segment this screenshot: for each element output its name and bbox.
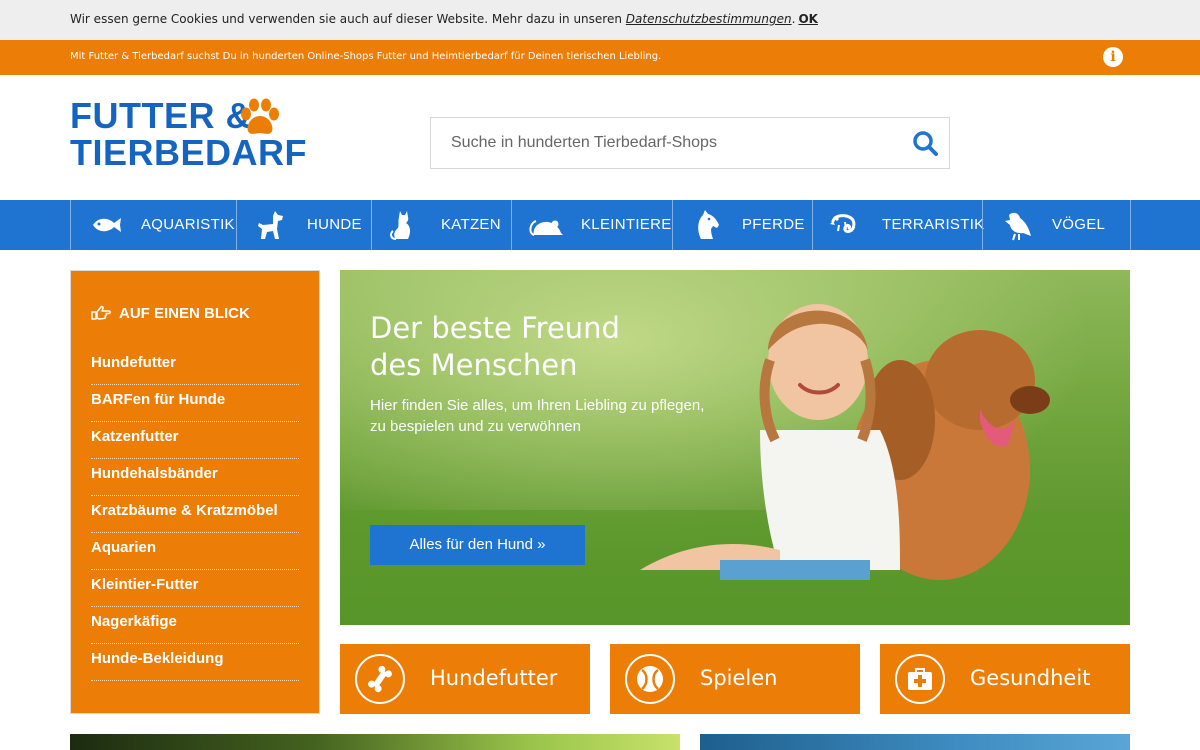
cookie-text: Wir essen gerne Cookies und verwenden si… (70, 12, 626, 26)
nav-label: PFERDE (742, 216, 805, 233)
hero-banner: Der beste Freund des Menschen Hier finde… (340, 270, 1130, 625)
search-input[interactable] (431, 118, 901, 168)
tile-icon-circle (625, 654, 675, 704)
fish-icon (93, 218, 121, 232)
hero-title-line-2: des Menschen (370, 348, 578, 382)
mouse-icon (529, 220, 563, 236)
sidebar-item-label: Hundefutter (91, 354, 176, 371)
sidebar-item-aquarien[interactable]: Aquarien (91, 533, 299, 570)
sidebar-item-label: Kleintier-Futter (91, 576, 199, 593)
sidebar-title-text: AUF EINEN BLICK (119, 305, 250, 322)
sidebar-title: AUF EINEN BLICK (91, 305, 250, 322)
info-bar: Mit Futter & Tierbedarf suchst Du in hun… (0, 40, 1200, 75)
cookie-bar: Wir essen gerne Cookies und verwenden si… (0, 0, 1200, 40)
sidebar-item-nagerkaefige[interactable]: Nagerkäfige (91, 607, 299, 644)
sidebar-item-label: Nagerkäfige (91, 613, 177, 630)
cat-icon (390, 211, 411, 240)
nav-label: KLEINTIERE (581, 216, 672, 233)
promo-image-right[interactable] (700, 734, 1130, 750)
tile-label: Gesundheit (970, 666, 1091, 690)
bone-icon (368, 665, 392, 693)
chameleon-icon (830, 214, 856, 233)
nav-label: KATZEN (441, 216, 501, 233)
nav-item-pferde[interactable]: PFERDE (672, 200, 812, 250)
first-aid-icon (908, 668, 932, 690)
pointing-hand-icon (91, 305, 111, 320)
hero-cta-button[interactable]: Alles für den Hund » (370, 525, 585, 565)
nav-label: VÖGEL (1052, 216, 1106, 233)
tile-label: Hundefutter (430, 666, 558, 690)
sidebar-item-katzenfutter[interactable]: Katzenfutter (91, 422, 299, 459)
cookie-separator: . (791, 12, 796, 26)
nav-item-terraristik[interactable]: TERRARISTIK (812, 200, 985, 250)
sidebar-item-label: Kratzbäume & Kratzmöbel (91, 502, 278, 519)
tile-spielen[interactable]: Spielen (610, 644, 860, 714)
main-navigation: AQUARISTIK HUNDE KATZEN KLEINTIERE PFERD… (0, 200, 1200, 250)
sidebar-list: Hundefutter BARFen für Hunde Katzenfutte… (91, 348, 299, 681)
nav-item-aquaristik[interactable]: AQUARISTIK (70, 200, 236, 250)
privacy-policy-link[interactable]: Datenschutzbestimmungen (626, 12, 792, 26)
nav-label: TERRARISTIK (882, 216, 985, 233)
cookie-ok-button[interactable]: OK (798, 12, 818, 26)
info-text: Mit Futter & Tierbedarf suchst Du in hun… (70, 51, 662, 62)
tile-icon-circle (895, 654, 945, 704)
horse-icon (698, 210, 719, 239)
tile-hundefutter[interactable]: Hundefutter (340, 644, 590, 714)
hero-subtitle-line-2: zu bespielen und zu verwöhnen (370, 418, 581, 435)
logo-line-2: TIERBEDARF (70, 132, 307, 173)
nav-label: AQUARISTIK (141, 216, 235, 233)
sidebar-item-hundefutter[interactable]: Hundefutter (91, 348, 299, 385)
site-logo[interactable]: FUTTER & TIERBEDARF (70, 97, 307, 177)
search-button[interactable] (901, 118, 949, 168)
nav-item-voegel[interactable]: VÖGEL (982, 200, 1131, 250)
bird-icon (1005, 212, 1031, 241)
search-icon (913, 131, 938, 156)
sidebar-item-label: Aquarien (91, 539, 157, 556)
cookie-message: Wir essen gerne Cookies und verwenden si… (70, 12, 818, 26)
tile-label: Spielen (700, 666, 778, 690)
sidebar-item-hunde-bekleidung[interactable]: Hunde-Bekleidung (91, 644, 299, 681)
hero-subtitle: Hier finden Sie alles, um Ihren Liebling… (370, 395, 750, 437)
hero-title: Der beste Freund des Menschen (370, 310, 730, 384)
nav-item-hunde[interactable]: HUNDE (236, 200, 371, 250)
ball-icon (637, 666, 663, 692)
nav-label: HUNDE (307, 216, 362, 233)
tile-icon-circle (355, 654, 405, 704)
sidebar-item-barfen[interactable]: BARFen für Hunde (91, 385, 299, 422)
sidebar-item-kratzbaeume[interactable]: Kratzbäume & Kratzmöbel (91, 496, 299, 533)
dog-icon (258, 211, 283, 239)
nav-item-kleintiere[interactable]: KLEINTIERE (511, 200, 672, 250)
paw-icon (241, 98, 279, 134)
hero-subtitle-line-1: Hier finden Sie alles, um Ihren Liebling… (370, 397, 705, 414)
search-box (430, 117, 950, 169)
sidebar-item-label: Hundehalsbänder (91, 465, 218, 482)
sidebar-item-label: Katzenfutter (91, 428, 179, 445)
info-icon[interactable]: i (1103, 47, 1123, 67)
nav-item-katzen[interactable]: KATZEN (371, 200, 511, 250)
tile-gesundheit[interactable]: Gesundheit (880, 644, 1130, 714)
sidebar-item-kleintier-futter[interactable]: Kleintier-Futter (91, 570, 299, 607)
sidebar-item-hundehalsbaender[interactable]: Hundehalsbänder (91, 459, 299, 496)
sidebar-at-a-glance: AUF EINEN BLICK Hundefutter BARFen für H… (70, 270, 320, 714)
sidebar-item-label: BARFen für Hunde (91, 391, 226, 408)
promo-image-left[interactable] (70, 734, 680, 750)
sidebar-item-label: Hunde-Bekleidung (91, 650, 224, 667)
hero-title-line-1: Der beste Freund (370, 311, 620, 345)
